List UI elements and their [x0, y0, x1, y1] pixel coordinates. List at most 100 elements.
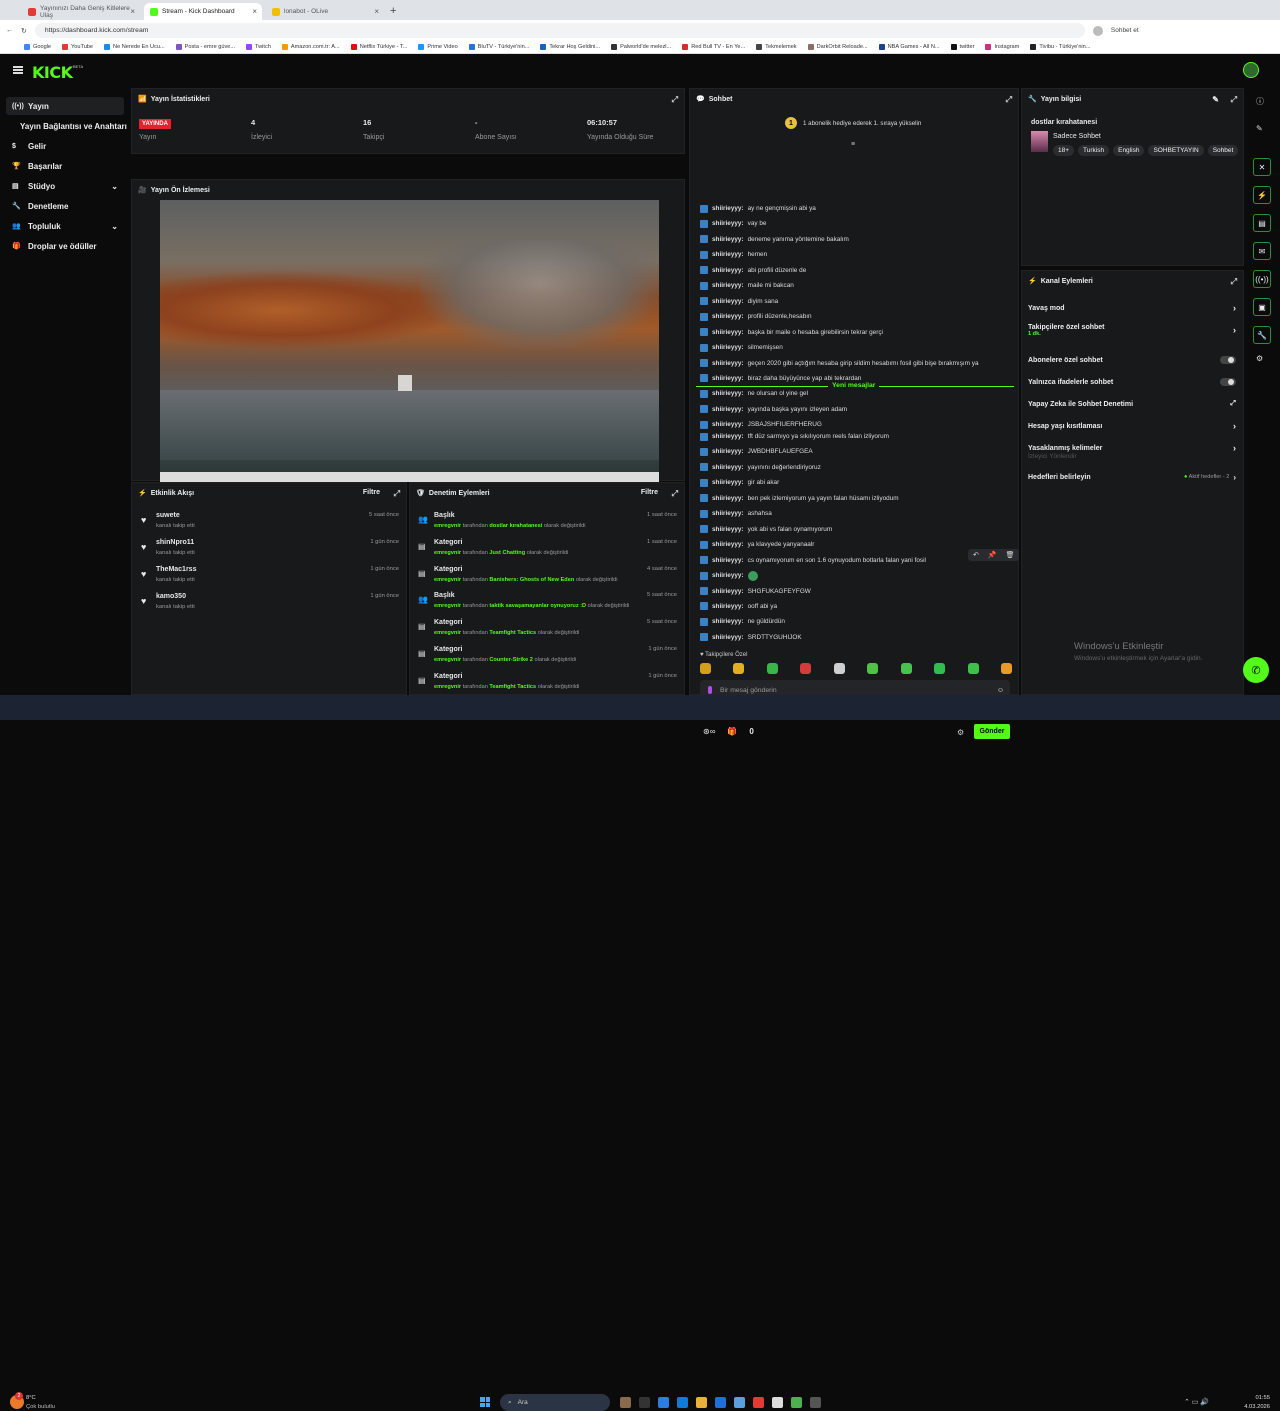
chat-message[interactable]: shiirieyyy: yayında başka yayını izleyen … [700, 403, 847, 416]
chat-message[interactable]: shiirieyyy: gir abi akar [700, 476, 779, 489]
bookmark-item[interactable]: Posta - emre güve... [175, 44, 235, 50]
stream-tag[interactable]: Turkish [1078, 145, 1110, 156]
chat-username[interactable]: shiirieyyy: [712, 360, 744, 367]
popout-icon[interactable]: ⤢ [672, 95, 678, 105]
emote-icon[interactable] [833, 663, 845, 674]
chat-username[interactable]: shiirieyyy: [712, 329, 744, 336]
rail-button-icon[interactable]: ▤ [1253, 214, 1271, 232]
popout-icon[interactable]: ⤢ [672, 489, 678, 499]
chat-username[interactable]: shiirieyyy: [712, 557, 744, 564]
url-field[interactable]: https://dashboard.kick.com/stream [34, 23, 1085, 38]
pin-icon[interactable]: ≡ [851, 141, 855, 148]
chat-username[interactable]: shiirieyyy: [712, 390, 744, 397]
browser-tab[interactable]: lonabot - OLive × [266, 3, 384, 20]
sidebar-item-5[interactable]: 🔧 Denetleme [6, 197, 124, 215]
emote-icon[interactable] [867, 663, 879, 674]
chat-username[interactable]: shiirieyyy: [712, 433, 744, 440]
kick-logo[interactable]: KICK [32, 63, 73, 82]
chat-username[interactable]: shiirieyyy: [712, 298, 744, 305]
delete-icon[interactable]: 🗑 [1006, 551, 1015, 559]
chat-message[interactable]: shiirieyyy: ay ne gençmişsin abi ya [700, 202, 816, 215]
rail-button-icon[interactable]: ⚡ [1253, 186, 1271, 204]
avatar[interactable] [1243, 62, 1259, 78]
emote-icon[interactable] [900, 663, 912, 674]
chat-message[interactable]: shiirieyyy: abi profili düzenle de [700, 264, 806, 277]
rail-button-icon[interactable]: ((•)) [1253, 270, 1271, 288]
popout-icon[interactable]: ⤢ [1231, 277, 1237, 287]
close-tab-icon[interactable]: × [252, 7, 257, 16]
popout-icon[interactable]: ⤢ [394, 489, 400, 499]
support-chat-button[interactable]: ✆ [1243, 657, 1269, 683]
chat-message[interactable]: shiirieyyy: profili düzenle,hesabın [700, 310, 812, 323]
chat-message[interactable]: shiirieyyy: maile mi bakcan [700, 279, 794, 292]
chat-username[interactable]: shiirieyyy: [712, 572, 744, 579]
chat-username[interactable]: shiirieyyy: [712, 479, 744, 486]
chat-message[interactable]: shiirieyyy: diyim sana [700, 295, 778, 308]
channel-action-row[interactable]: Yavaş mod › [1028, 299, 1236, 317]
chat-message[interactable]: shiirieyyy: silmemişsen [700, 341, 783, 354]
chat-username[interactable]: shiirieyyy: [712, 618, 744, 625]
tray-icons[interactable]: ⌃ ▭ 🔊 [1184, 1398, 1209, 1406]
bookmark-item[interactable]: twitter [950, 44, 974, 50]
chat-username[interactable]: shiirieyyy: [712, 205, 744, 212]
emote-icon[interactable] [967, 663, 979, 674]
chat-username[interactable]: shiirieyyy: [712, 634, 744, 641]
channel-action-row[interactable]: Takipçilere özel sohbet 1 dk. › [1028, 321, 1236, 339]
popout-icon[interactable]: ⤢ [1231, 95, 1237, 105]
chat-username[interactable]: shiirieyyy: [712, 251, 744, 258]
targets-row[interactable]: Hedefleri belirleyin ● Aktif hedefler - … [1028, 468, 1236, 486]
chat-username[interactable]: shiirieyyy: [712, 220, 744, 227]
chat-message[interactable]: shiirieyyy: cs oynamıyorum en son 1.6 oyn… [700, 554, 926, 567]
bookmark-item[interactable]: Tivibu - Türkiye'nin... [1030, 44, 1090, 50]
chat-message[interactable]: shiirieyyy: ashahsa [700, 507, 772, 520]
chat-message[interactable]: shiirieyyy: geçen 2020 gibi açtığım hesab… [700, 357, 979, 370]
rail-button-icon[interactable]: ✉ [1253, 242, 1271, 260]
rail-button-icon[interactable]: ⚙ [1256, 354, 1263, 363]
activity-user[interactable]: suwete [156, 512, 180, 519]
chat-button[interactable]: Sohbet et [1111, 27, 1139, 34]
taskbar-app-icon[interactable] [753, 1397, 764, 1408]
pin-message-icon[interactable]: 📌 [988, 551, 997, 559]
emoji-icon[interactable]: ☺ [997, 687, 1004, 694]
new-tab-button[interactable]: + [390, 5, 396, 17]
chat-username[interactable]: shiirieyyy: [712, 448, 744, 455]
bookmark-item[interactable]: NBA Games - All N... [878, 44, 940, 50]
activity-user[interactable]: TheMac1rss [156, 566, 196, 573]
chat-username[interactable]: shiirieyyy: [712, 406, 744, 413]
bookmark-item[interactable]: Prime Video [418, 44, 458, 50]
chat-message[interactable]: shiirieyyy: vay be [700, 217, 766, 230]
chat-message[interactable]: shiirieyyy: yok abi vs falan oynamıyorum [700, 523, 832, 536]
toggle-switch[interactable] [1220, 378, 1236, 386]
chat-username[interactable]: shiirieyyy: [712, 375, 744, 382]
edit-icon[interactable]: ✎ [1212, 95, 1219, 104]
chat-username[interactable]: shiirieyyy: [712, 236, 744, 243]
chat-username[interactable]: shiirieyyy: [712, 464, 744, 471]
stream-tag[interactable]: English [1113, 145, 1145, 156]
chat-message[interactable]: shiirieyyy: SHGFUKAGFEYFGW [700, 585, 811, 598]
chat-username[interactable]: shiirieyyy: [712, 541, 744, 548]
chat-username[interactable]: shiirieyyy: [712, 313, 744, 320]
sidebar-item-6[interactable]: 👥 Topluluk ⌄ [6, 217, 124, 235]
chat-message[interactable]: shiirieyyy: ben pek izlemiyorum ya yayın … [700, 492, 899, 505]
filter-button[interactable]: Filtre [363, 489, 380, 496]
emote-icon[interactable] [733, 663, 745, 674]
bookmark-item[interactable]: Google [24, 44, 51, 50]
activity-user[interactable]: shinNpro11 [156, 539, 194, 546]
chat-message[interactable]: shiirieyyy: hemen [700, 248, 767, 261]
filter-button[interactable]: Filtre [641, 489, 658, 496]
taskbar-app-icon[interactable] [772, 1397, 783, 1408]
stream-tag[interactable]: SOHBETYAYIN [1148, 145, 1204, 156]
sidebar-item-3[interactable]: 🏆 Başarılar [6, 157, 124, 175]
send-button[interactable]: Gönder [974, 724, 1010, 739]
bookmark-item[interactable]: Tekrar Hoş Geldini... [540, 44, 600, 50]
rail-button-icon[interactable]: ⓘ [1256, 96, 1264, 107]
rail-button-icon[interactable]: ✕ [1253, 158, 1271, 176]
bookmark-item[interactable]: Twitch [246, 44, 271, 50]
chat-username[interactable]: shiirieyyy: [712, 510, 744, 517]
taskbar-app-icon[interactable] [658, 1397, 669, 1408]
gift-icon[interactable]: 🎁 [727, 727, 737, 736]
sidebar-item-4[interactable]: ▤ Stüdyo ⌄ [6, 177, 124, 195]
chat-message[interactable]: shiirieyyy: ne olursan ol yine gel [700, 387, 808, 400]
chat-message[interactable]: shiirieyyy: ooff abi ya [700, 600, 777, 613]
start-icon[interactable] [480, 1397, 490, 1407]
